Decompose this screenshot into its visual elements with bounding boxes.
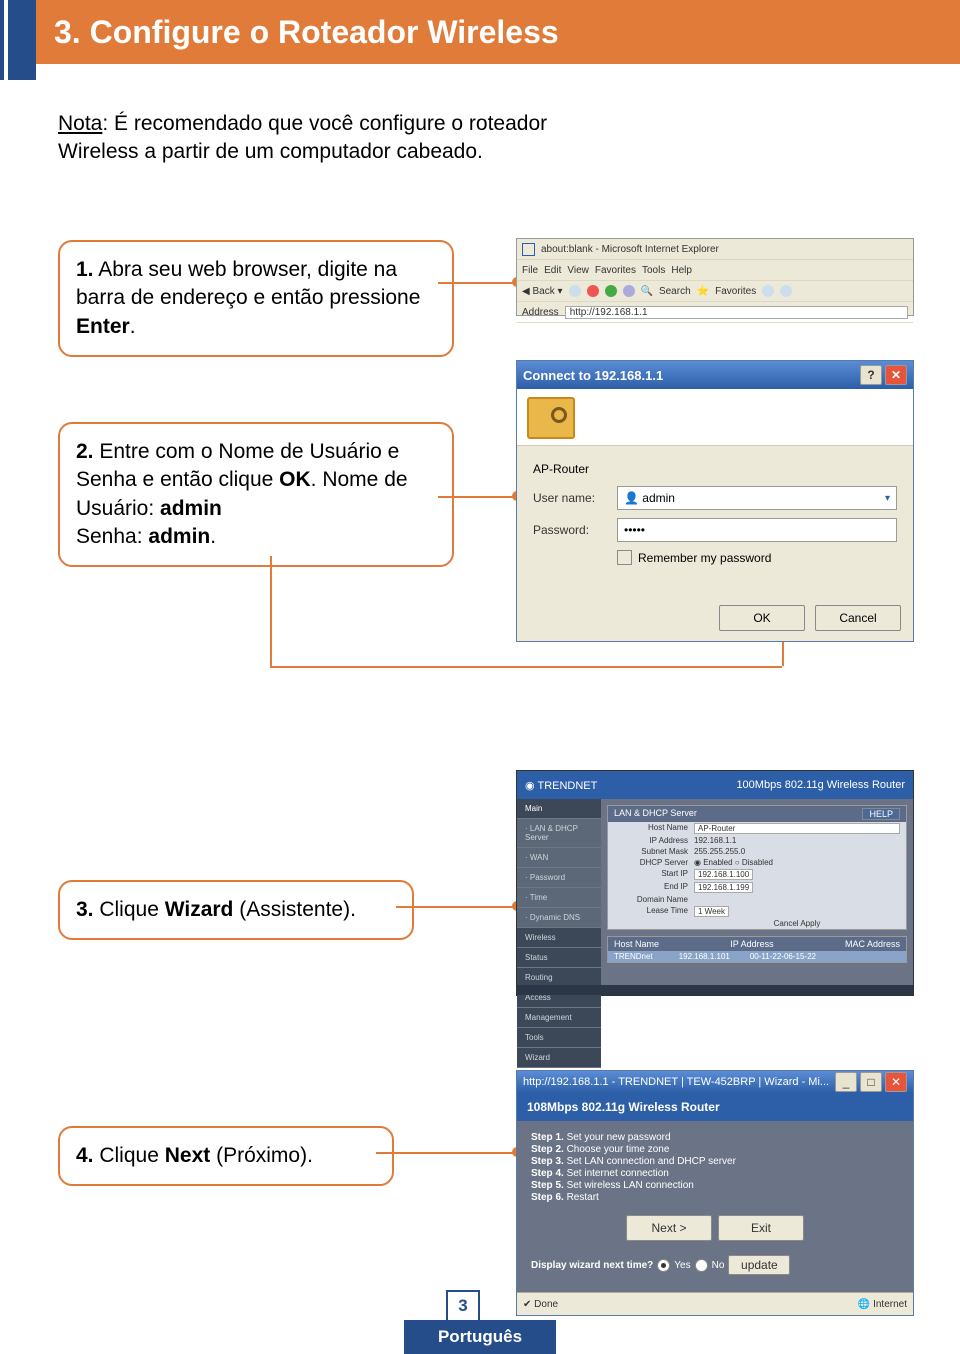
step-2-callout: 2. Entre com o Nome de Usuário e Senha e…	[58, 422, 454, 567]
footer: 3 Português	[0, 1310, 960, 1354]
password-label: Password:	[533, 523, 617, 537]
router-admin-screenshot: ◉ TRENDNET 100Mbps 802.11g Wireless Rout…	[516, 770, 914, 996]
internet-icon: 🌐	[858, 1299, 870, 1310]
keys-icon	[527, 397, 575, 439]
remember-label: Remember my password	[638, 551, 771, 565]
update-button[interactable]: update	[728, 1255, 790, 1275]
display-wizard-question: Display wizard next time? Yes No update	[531, 1255, 899, 1275]
ie-menubar: FileEditViewFavoritesToolsHelp	[517, 260, 913, 281]
sidebar-item-wizard[interactable]: Wizard	[517, 1048, 601, 1068]
mail-icon	[780, 285, 792, 297]
cancel-button[interactable]: Cancel	[815, 605, 901, 631]
done-icon: ✔	[523, 1299, 531, 1310]
chevron-down-icon: ▾	[885, 493, 890, 504]
router-model: 100Mbps 802.11g Wireless Router	[736, 779, 905, 791]
router-sidebar: Main · LAN & DHCP Server· WAN· Password·…	[517, 799, 601, 985]
connector-3	[396, 906, 516, 908]
language-badge: Português	[404, 1320, 556, 1354]
step-3-callout: 3. Clique Wizard (Assistente).	[58, 880, 414, 940]
username-input[interactable]: 👤 admin ▾	[617, 486, 897, 510]
connector-2-h	[270, 666, 782, 668]
wizard-steps-list: Step 1. Set your new password Step 2. Ch…	[531, 1132, 899, 1203]
address-input[interactable]: http://192.168.1.1	[565, 306, 908, 319]
connector-2	[438, 496, 516, 498]
step-1-callout: 1. Abra seu web browser, digite na barra…	[58, 240, 454, 357]
wizard-title: http://192.168.1.1 - TRENDNET | TEW-452B…	[523, 1076, 829, 1088]
ie-address-bar: Address http://192.168.1.1	[517, 302, 913, 323]
help-button[interactable]: HELP	[862, 808, 900, 820]
next-button[interactable]: Next >	[626, 1215, 712, 1241]
ie-page-icon	[522, 243, 535, 256]
stop-icon	[587, 285, 599, 297]
ie-title: about:blank - Microsoft Internet Explore…	[541, 244, 719, 255]
realm-label: AP-Router	[533, 462, 897, 476]
media-icon	[762, 285, 774, 297]
page-number: 3	[446, 1290, 480, 1320]
wizard-screenshot: http://192.168.1.1 - TRENDNET | TEW-452B…	[516, 1070, 914, 1316]
user-icon: 👤	[624, 491, 639, 505]
radio-no[interactable]	[695, 1259, 708, 1272]
step-4-callout: 4. Clique Next (Próximo).	[58, 1126, 394, 1186]
header-notch	[0, 0, 36, 80]
brand-logo: ◉ TRENDNET	[525, 779, 597, 792]
ie-toolbar: ◀ Back ▾ 🔍Search ⭐Favorites	[517, 281, 913, 302]
connector-4	[376, 1152, 516, 1154]
note-label: Nota	[58, 112, 102, 135]
login-dialog: Connect to 192.168.1.1 ? ✕ AP-Router Use…	[516, 360, 914, 642]
min-button[interactable]: _	[835, 1072, 857, 1092]
max-button[interactable]: □	[860, 1072, 882, 1092]
forward-icon	[569, 285, 581, 297]
close-button[interactable]: ✕	[885, 365, 907, 385]
help-button[interactable]: ?	[860, 365, 882, 385]
connector-2-v	[270, 556, 272, 666]
radio-yes[interactable]	[657, 1259, 670, 1272]
close-button[interactable]: ✕	[885, 1072, 907, 1092]
connector-1	[438, 282, 516, 284]
exit-button[interactable]: Exit	[718, 1215, 804, 1241]
page-title: 3. Configure o Roteador Wireless	[54, 14, 559, 51]
remember-checkbox[interactable]	[617, 550, 632, 565]
ok-button[interactable]: OK	[719, 605, 805, 631]
username-label: User name:	[533, 491, 617, 505]
dialog-titlebar: Connect to 192.168.1.1 ? ✕	[517, 361, 913, 389]
refresh-icon	[605, 285, 617, 297]
wizard-banner: 108Mbps 802.11g Wireless Router	[517, 1093, 913, 1121]
note-text: Nota: É recomendado que você configure o…	[58, 110, 598, 167]
home-icon	[623, 285, 635, 297]
password-input[interactable]: •••••	[617, 518, 897, 542]
ie-screenshot: about:blank - Microsoft Internet Explore…	[516, 238, 914, 316]
